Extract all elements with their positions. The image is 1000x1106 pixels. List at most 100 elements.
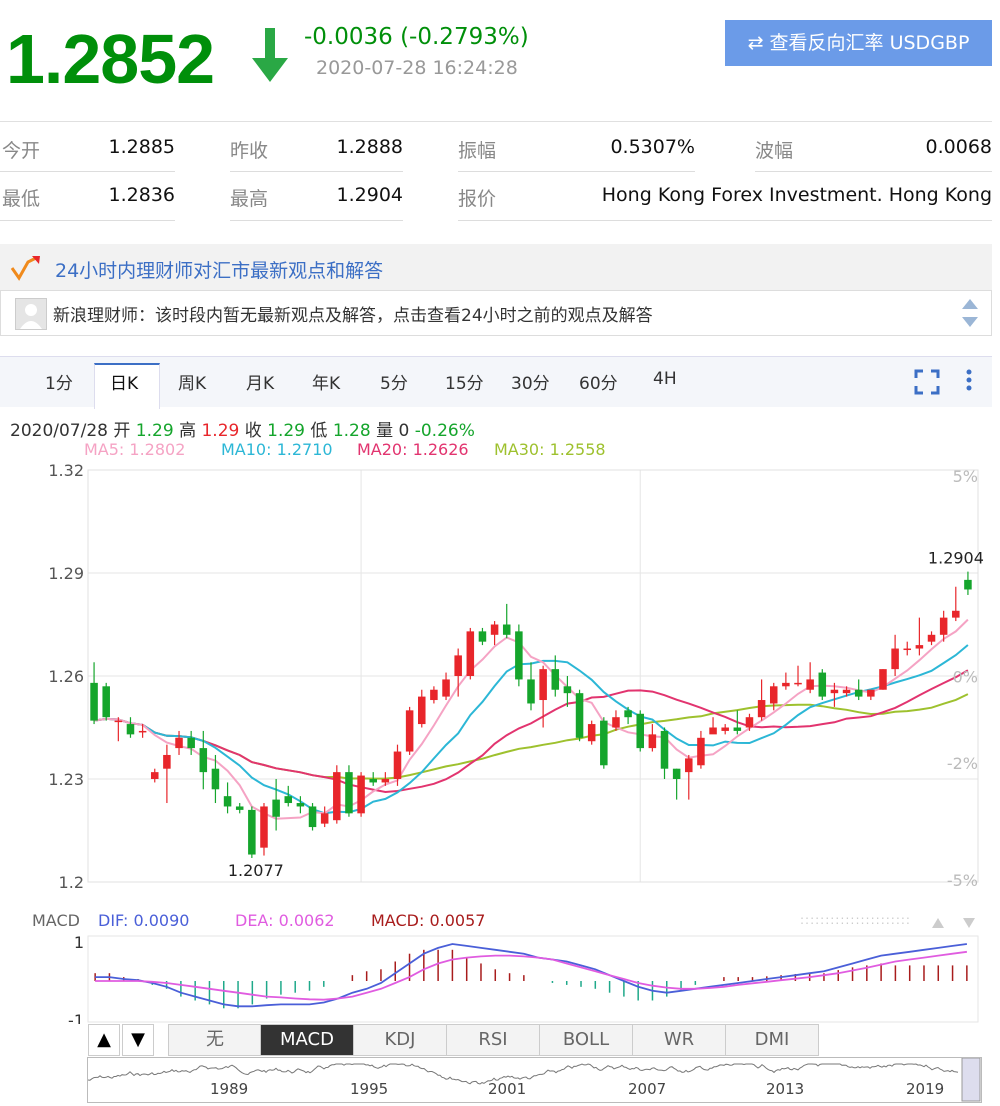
scroll-arrows-icon[interactable] (959, 295, 981, 331)
current-price: 1.2852 (6, 20, 215, 98)
fullscreen-icon[interactable] (914, 369, 940, 395)
candle-body (818, 672, 827, 697)
ohlc-low: 1.28 (332, 421, 371, 441)
macd-y-tick: -1 (68, 1011, 84, 1024)
macd-chart[interactable]: MACD DIF: 0.0090 DEA: 0.0062 MACD: 0.005… (0, 908, 1000, 1024)
stat-low-label: 最低 (2, 188, 41, 210)
candle-body (333, 772, 341, 821)
ma10-label: MA10: 1.2710 (221, 440, 333, 459)
y-tick-label: 1.26 (48, 667, 84, 686)
macd-pager[interactable]: :::::::::::::::::::::: (800, 913, 975, 928)
tab-weekly[interactable]: 周K (178, 369, 206, 394)
candle-body (235, 806, 244, 810)
candle (527, 662, 535, 711)
candle-body (539, 669, 547, 701)
tab-1min[interactable]: 1分 (45, 369, 73, 394)
macd-up-icon[interactable] (932, 918, 944, 928)
candle-body (927, 634, 936, 642)
tab-daily[interactable]: 日K (110, 369, 138, 394)
candle-body (903, 648, 912, 651)
scroll-down-button[interactable]: ▼ (122, 1024, 154, 1056)
tab-30min[interactable]: 30分 (511, 369, 550, 394)
pct-tick-label: -2% (947, 754, 978, 773)
candle (757, 679, 766, 721)
candle (915, 617, 924, 656)
tab-yearly[interactable]: 年K (312, 369, 340, 394)
indicator-wr[interactable]: WR (632, 1024, 726, 1056)
candle (430, 686, 438, 704)
x-tick-label: 2020/7/28 (896, 895, 978, 898)
candle (854, 679, 863, 701)
candle (114, 717, 123, 742)
divider (230, 171, 403, 172)
chart-grid (87, 469, 979, 883)
ma5-line (93, 618, 969, 820)
candle-body (126, 724, 135, 735)
candle-body (891, 648, 899, 670)
stat-quote-source-label: 报价 (458, 188, 497, 210)
candle-body (636, 713, 644, 749)
history-navigator[interactable]: 1989 1995 2001 2007 2013 2019 (87, 1057, 982, 1103)
macd-down-icon[interactable] (963, 918, 975, 928)
candle-body (854, 689, 863, 697)
stat-range-value: 0.0068 (925, 136, 992, 158)
candle-body (430, 689, 438, 701)
pct-tick-label: -5% (947, 871, 978, 890)
dea-line (95, 950, 968, 1001)
advisor-qa-title[interactable]: 24小时内理财师对汇市最新观点和解答 (55, 256, 383, 283)
candle-body (211, 768, 220, 790)
y-tick-label: 1.29 (48, 564, 84, 583)
candle (806, 662, 814, 694)
candle (320, 806, 329, 828)
candle-body (806, 679, 814, 690)
candle-body (879, 669, 887, 690)
stat-prev-close-value: 1.2888 (336, 136, 403, 158)
candle (248, 806, 256, 858)
navigator-handle[interactable] (961, 1057, 981, 1102)
ohlc-high: 1.29 (201, 421, 240, 441)
candle-body (175, 737, 183, 749)
svg-text:::::::::::::::::::::::: :::::::::::::::::::::: (800, 913, 911, 927)
candle (891, 634, 899, 676)
candle-body (308, 806, 317, 828)
avatar (15, 298, 47, 330)
tab-5min[interactable]: 5分 (380, 369, 408, 394)
more-menu-icon[interactable] (962, 367, 976, 395)
candle-body (757, 700, 766, 718)
advisor-qa-item[interactable]: 新浪理财师：该时段内暂无最新观点及解答，点击查看24小时之前的观点及解答 (0, 290, 992, 336)
candle-body (672, 768, 681, 779)
candle-body (721, 727, 729, 731)
year-label: 2013 (766, 1080, 804, 1098)
indicator-macd[interactable]: MACD (260, 1024, 354, 1056)
tab-60min[interactable]: 60分 (579, 369, 618, 394)
indicator-kdj[interactable]: KDJ (353, 1024, 447, 1056)
ohlc-vol-label: 量 (376, 421, 394, 441)
reverse-rate-button[interactable]: ⇄ 查看反向汇率 USDGBP (725, 20, 992, 66)
tab-monthly[interactable]: 月K (246, 369, 274, 394)
down-arrow-icon (252, 28, 288, 82)
divider (458, 220, 992, 221)
candle (672, 768, 681, 800)
candle (466, 627, 475, 680)
tab-4h[interactable]: 4H (653, 369, 677, 389)
candle-body (612, 717, 620, 728)
candle-body (150, 772, 159, 779)
candle (697, 730, 705, 769)
macd-title: MACD (32, 911, 80, 930)
divider (230, 220, 403, 221)
candle (150, 768, 159, 783)
indicator-rsi[interactable]: RSI (446, 1024, 540, 1056)
candle-body (381, 779, 390, 783)
indicator-none[interactable]: 无 (168, 1024, 262, 1056)
indicator-dmi[interactable]: DMI (725, 1024, 819, 1056)
ma30-label: MA30: 1.2558 (494, 440, 606, 459)
candle-body (102, 686, 110, 718)
scroll-up-button[interactable]: ▲ (88, 1024, 120, 1056)
tab-15min[interactable]: 15分 (445, 369, 484, 394)
ohlc-low-label: 低 (310, 421, 328, 441)
candle-body (600, 720, 608, 766)
candlestick-chart[interactable]: 1.32 1.29 1.26 1.23 1.2 5% 0% -2% -5% 2020/4/30 20… (0, 458, 1000, 898)
ohlc-date: 2020/07/28 (10, 421, 108, 441)
indicator-boll[interactable]: BOLL (539, 1024, 633, 1056)
candle-body (260, 806, 268, 848)
